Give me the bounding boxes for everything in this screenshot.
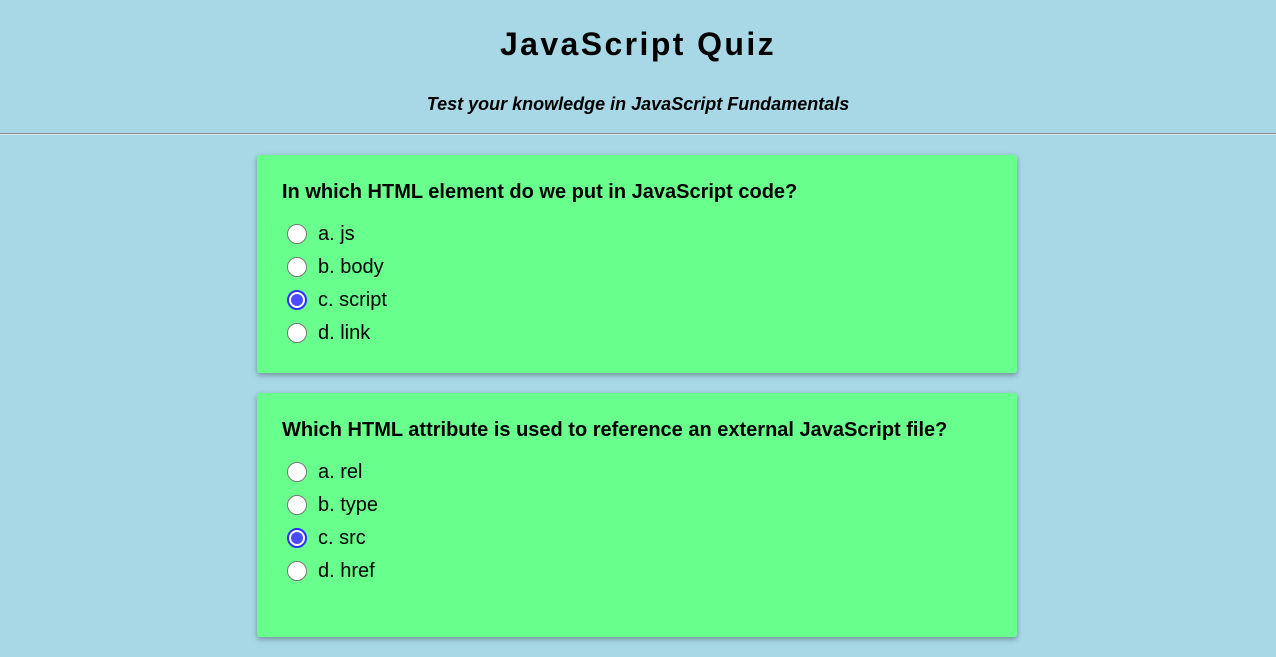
radio-button[interactable]: [287, 256, 307, 277]
radio-button-selected[interactable]: [287, 289, 307, 310]
option-label: a. js: [318, 222, 355, 245]
radio-button[interactable]: [287, 494, 307, 515]
option-label: d. href: [318, 559, 375, 582]
question-text: In which HTML element do we put in JavaS…: [282, 181, 798, 203]
question-text: Which HTML attribute is used to referenc…: [282, 419, 948, 441]
question-card-2: Which HTML attribute is used to referenc…: [257, 393, 1017, 637]
option-label: d. link: [318, 321, 371, 344]
question-card-1: In which HTML element do we put in JavaS…: [257, 155, 1017, 373]
radio-button-selected[interactable]: [287, 527, 307, 548]
page-header: JavaScript Quiz Test your knowledge in J…: [0, 0, 1276, 134]
option-d[interactable]: d. href: [282, 554, 993, 587]
option-c[interactable]: c. script: [282, 283, 993, 316]
page-title: JavaScript Quiz: [499, 26, 777, 62]
radio-button[interactable]: [287, 560, 307, 581]
radio-button[interactable]: [287, 223, 307, 244]
option-b[interactable]: b. type: [282, 488, 993, 521]
option-a[interactable]: a. rel: [282, 455, 993, 488]
option-b[interactable]: b. body: [282, 250, 993, 283]
radio-button[interactable]: [287, 461, 307, 482]
option-label: c. src: [318, 526, 366, 549]
page-subtitle: Test your knowledge in JavaScript Fundam…: [426, 94, 850, 114]
option-d[interactable]: d. link: [282, 316, 993, 349]
option-label: a. rel: [318, 460, 363, 483]
option-label: c. script: [318, 288, 387, 311]
option-label: b. body: [318, 255, 384, 278]
radio-button[interactable]: [287, 322, 307, 343]
option-label: b. type: [318, 493, 379, 516]
quiz-container: In which HTML element do we put in JavaS…: [257, 155, 1017, 657]
option-a[interactable]: a. js: [282, 217, 993, 250]
option-c[interactable]: c. src: [282, 521, 993, 554]
